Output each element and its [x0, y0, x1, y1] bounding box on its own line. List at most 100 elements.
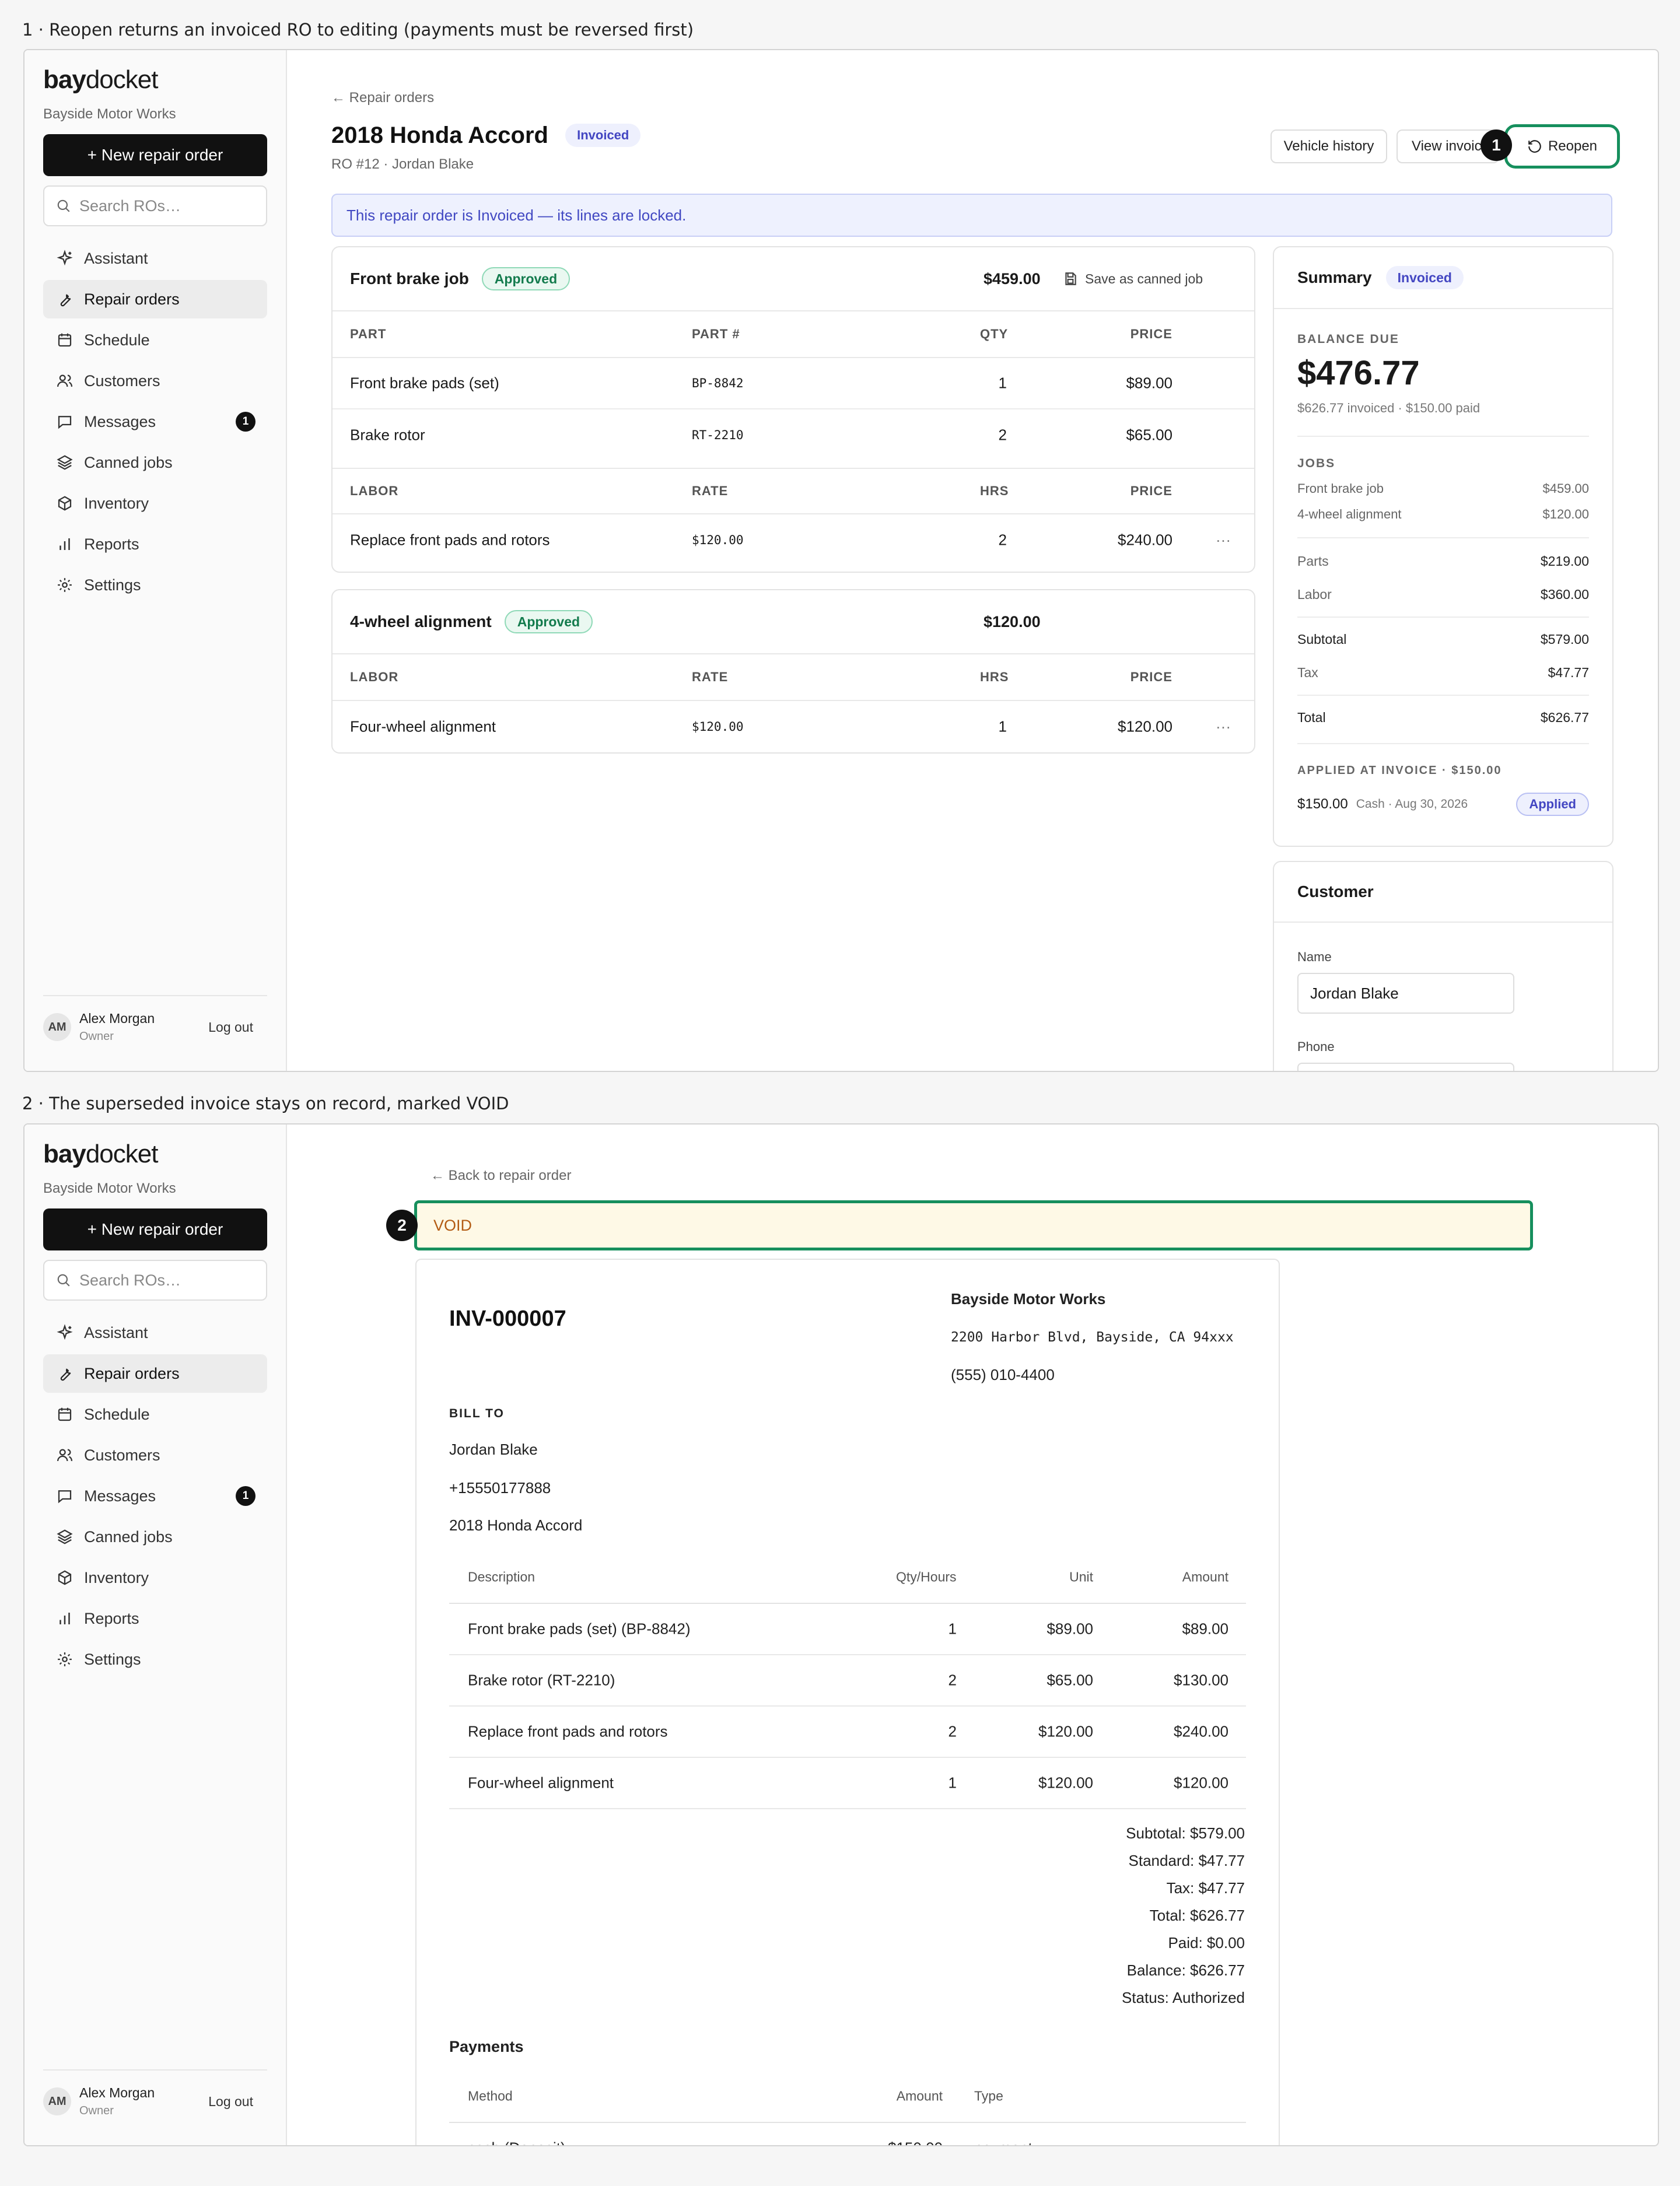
breadcrumb[interactable]: ← Repair orders: [331, 90, 434, 106]
reopen-button[interactable]: Reopen: [1504, 124, 1620, 169]
save-canned-job-button[interactable]: Save as canned job: [1063, 271, 1203, 287]
app-logo: baydocket: [43, 65, 158, 94]
job-price: $459.00: [984, 269, 1041, 288]
table-row: cash (Deposit)$150.00payment: [449, 2123, 1246, 2146]
job-status-badge: Approved: [481, 267, 570, 290]
chat-icon: [58, 416, 72, 429]
col-part-number: PART #: [692, 327, 740, 341]
col-rate: RATE: [692, 484, 729, 498]
summary-subtotal: Subtotal $579.00: [1297, 632, 1589, 647]
sidebar-item-assistant[interactable]: Assistant: [43, 239, 267, 278]
part-number: RT-2210: [692, 428, 744, 442]
col-rate: RATE: [692, 670, 729, 684]
labor-header: LABOR RATE HRS PRICE: [332, 654, 1254, 701]
customer-name-input[interactable]: Jordan Blake: [1297, 973, 1514, 1014]
reopen-label: Reopen: [1548, 138, 1598, 154]
table-row[interactable]: Brake rotor RT-2210 2 $65.00: [332, 409, 1254, 461]
bill-to-phone: +15550177888: [449, 1479, 551, 1497]
shop-name: Bayside Motor Works: [951, 1290, 1106, 1308]
sidebar-item-assistant[interactable]: Assistant: [43, 1313, 267, 1352]
customer-phone-input[interactable]: [1297, 1063, 1514, 1071]
balance-due: $476.77: [1297, 354, 1420, 392]
sidebar-item-schedule[interactable]: Schedule: [43, 1395, 267, 1434]
col-hrs: HRS: [980, 670, 1009, 684]
vehicle-history-button[interactable]: Vehicle history: [1270, 129, 1387, 163]
name-label: Name: [1297, 950, 1332, 964]
shop-name: Bayside Motor Works: [43, 106, 176, 122]
sidebar-item-canned-jobs[interactable]: Canned jobs: [43, 1518, 267, 1556]
sidebar-item-inventory[interactable]: Inventory: [43, 484, 267, 523]
labor-name: Four-wheel alignment: [350, 717, 496, 735]
sidebar-item-customers[interactable]: Customers: [43, 362, 267, 400]
bill-to-name: Jordan Blake: [449, 1441, 538, 1458]
table-row[interactable]: Four-wheel alignment $120.00 1 $120.00 ·…: [332, 701, 1254, 752]
search-input[interactable]: Search ROs…: [43, 1260, 267, 1301]
col-amount: Amount: [1182, 1569, 1228, 1585]
sidebar-item-reports[interactable]: Reports: [43, 525, 267, 563]
invoice-standard: Standard: $47.77: [1128, 1852, 1245, 1869]
row-menu-icon[interactable]: ···: [1216, 531, 1231, 549]
wrench-icon: [60, 294, 71, 307]
phone-label: Phone: [1297, 1039, 1335, 1054]
search-input[interactable]: Search ROs…: [43, 185, 267, 226]
part-price: $89.00: [1126, 374, 1172, 392]
panel-invoice: baydocket Bayside Motor Works + New repa…: [23, 1123, 1659, 2146]
sidebar-item-messages[interactable]: Messages 1: [43, 1477, 267, 1515]
col-labor: LABOR: [350, 670, 399, 684]
search-icon: [57, 199, 70, 212]
sidebar-item-schedule[interactable]: Schedule: [43, 321, 267, 359]
ro-subtitle: RO #12 · Jordan Blake: [331, 156, 474, 172]
summary-status-badge: Invoiced: [1385, 266, 1464, 289]
table-row[interactable]: Replace front pads and rotors $120.00 2 …: [332, 514, 1254, 566]
row-menu-icon[interactable]: ···: [1216, 718, 1231, 736]
part-name: Brake rotor: [350, 426, 425, 444]
new-repair-order-button[interactable]: + New repair order: [43, 1208, 267, 1250]
table-row: Front brake pads (set) (BP-8842) 1 $89.00 $…: [449, 1604, 1246, 1655]
sidebar-item-customers[interactable]: Customers: [43, 1436, 267, 1474]
col-price: PRICE: [1130, 327, 1172, 341]
sidebar-item-canned-jobs[interactable]: Canned jobs: [43, 443, 267, 482]
sidebar-item-reports[interactable]: Reports: [43, 1599, 267, 1638]
sidebar-item-settings[interactable]: Settings: [43, 1640, 267, 1679]
back-to-repair-order-link[interactable]: ← Back to repair order: [430, 1168, 571, 1184]
table-row[interactable]: Front brake pads (set) BP-8842 1 $89.00: [332, 358, 1254, 409]
sparkle-icon: [57, 1324, 73, 1340]
part-name: Front brake pads (set): [350, 374, 499, 392]
avatar: AM: [43, 1013, 71, 1041]
logout-button[interactable]: Log out: [208, 1020, 253, 1035]
sidebar-item-repair-orders[interactable]: Repair orders: [43, 1354, 267, 1393]
payments-header: Method Amount Type: [449, 2071, 1246, 2123]
sidebar-item-settings[interactable]: Settings: [43, 566, 267, 604]
invoice-document: INV-000007 Bayside Motor Works 2200 Harb…: [415, 1259, 1280, 2146]
gear-icon: [58, 1652, 72, 1666]
void-banner: VOID: [414, 1200, 1533, 1250]
job-card-front-brake: Front brake job Approved $459.00 Save as…: [331, 246, 1255, 573]
invoice-subtotal: Subtotal: $579.00: [1126, 1824, 1245, 1842]
job-card-alignment: 4-wheel alignment Approved $120.00 LABOR…: [331, 589, 1255, 754]
sidebar-item-inventory[interactable]: Inventory: [43, 1558, 267, 1597]
messages-badge: 1: [236, 412, 256, 432]
wrench-icon: [60, 1368, 71, 1381]
col-unit: Unit: [1069, 1569, 1093, 1585]
sidebar-item-messages[interactable]: Messages 1: [43, 402, 267, 441]
logout-button[interactable]: Log out: [208, 2094, 253, 2110]
col-description: Description: [468, 1569, 536, 1585]
bill-to-label: BILL TO: [449, 1407, 505, 1420]
sidebar-nav: Assistant Repair orders Schedule Custome…: [43, 239, 267, 607]
sidebar-item-repair-orders[interactable]: Repair orders: [43, 280, 267, 318]
messages-badge: 1: [236, 1486, 256, 1506]
sidebar: baydocket Bayside Motor Works + New repa…: [24, 1124, 287, 2145]
sparkle-icon: [57, 250, 73, 266]
balance-label: BALANCE DUE: [1297, 332, 1399, 346]
new-repair-order-button[interactable]: + New repair order: [43, 134, 267, 176]
users-icon: [57, 1449, 73, 1462]
box-icon: [58, 1570, 72, 1585]
status-badge: Invoiced: [565, 124, 641, 147]
bar-chart-icon: [60, 1613, 70, 1624]
shop-phone: (555) 010-4400: [951, 1366, 1055, 1383]
user-role: Owner: [79, 1030, 114, 1043]
summary-job-row: Front brake job $459.00: [1297, 481, 1589, 496]
panel-repair-order: baydocket Bayside Motor Works + New repa…: [23, 49, 1659, 1072]
user-name: Alex Morgan: [79, 2085, 155, 2100]
bar-chart-icon: [60, 538, 70, 550]
